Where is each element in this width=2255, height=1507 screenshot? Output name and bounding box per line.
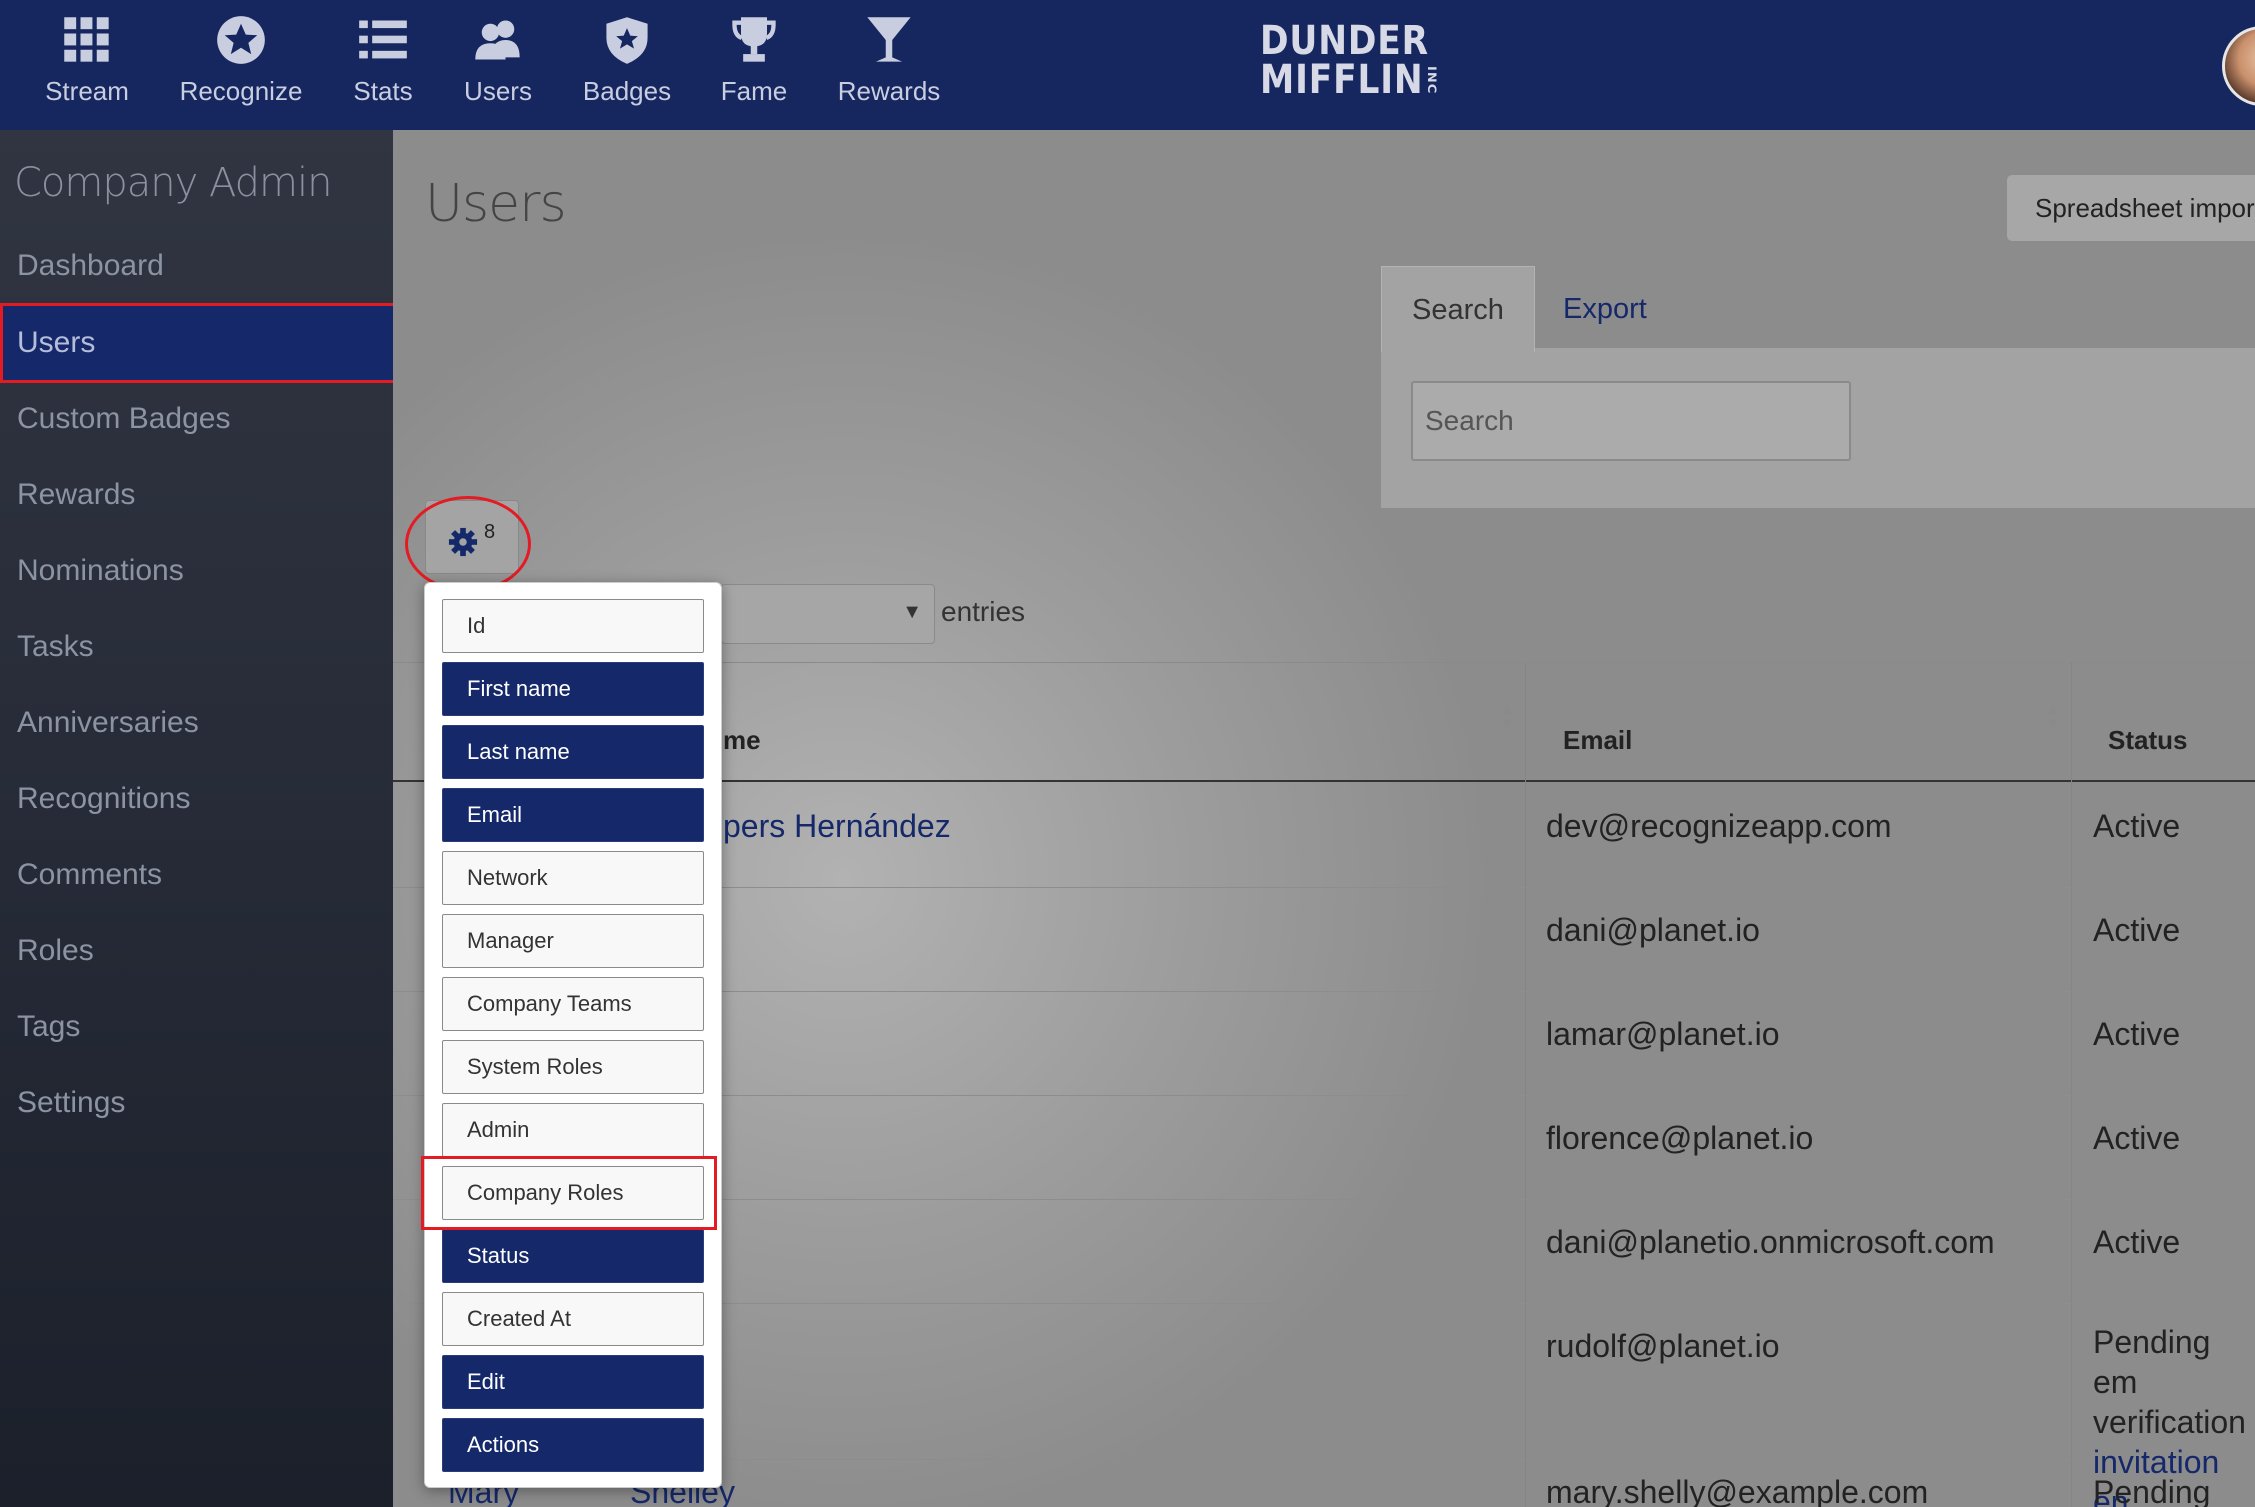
status-line: verification bbox=[2093, 1404, 2246, 1440]
column-toggle-manager[interactable]: Manager bbox=[442, 914, 704, 968]
user-status: Active bbox=[2093, 808, 2181, 844]
user-email: lamar@planet.io bbox=[1546, 1016, 1780, 1052]
nav-fame[interactable]: Fame bbox=[679, 14, 829, 107]
column-toggle-status[interactable]: Status bbox=[442, 1229, 704, 1283]
sidebar-item-dashboard[interactable]: Dashboard bbox=[0, 228, 393, 304]
user-email: dev@recognizeapp.com bbox=[1546, 808, 1892, 844]
user-status: Active bbox=[2093, 1120, 2181, 1156]
sidebar-title: Company Admin bbox=[14, 160, 332, 206]
sidebar-item-custom-badges[interactable]: Custom Badges bbox=[0, 381, 393, 457]
chevron-down-icon: ▼ bbox=[902, 601, 922, 623]
user-email: rudolf@planet.io bbox=[1546, 1328, 1780, 1364]
star-icon bbox=[166, 14, 316, 76]
entries-label: entries bbox=[941, 596, 1026, 627]
logo-line: DUNDER bbox=[1260, 18, 1429, 64]
column-toggle-network[interactable]: Network bbox=[442, 851, 704, 905]
sort-icon[interactable]: ▲ ▼ bbox=[2045, 702, 2061, 732]
nav-label: Fame bbox=[720, 76, 788, 106]
avatar[interactable] bbox=[2222, 26, 2255, 106]
trophy-icon bbox=[679, 14, 829, 76]
user-status: Active bbox=[2093, 912, 2181, 948]
column-toggle-system-roles[interactable]: System Roles bbox=[442, 1040, 704, 1094]
column-toggle-email[interactable]: Email bbox=[442, 788, 704, 842]
tab-search[interactable]: Search bbox=[1381, 266, 1535, 352]
column-toggle-first-name[interactable]: First name bbox=[442, 662, 704, 716]
user-status: Active bbox=[2093, 1224, 2181, 1260]
sort-icon[interactable]: ▲ ▼ bbox=[1499, 702, 1515, 732]
column-toggle-edit[interactable]: Edit bbox=[442, 1355, 704, 1409]
sidebar-item-settings[interactable]: Settings bbox=[0, 1065, 393, 1141]
user-email: mary.shelly@example.com bbox=[1546, 1474, 1929, 1507]
column-visibility-menu: Id First name Last name Email Network Ma… bbox=[424, 582, 722, 1488]
column-toggle-actions[interactable]: Actions bbox=[442, 1418, 704, 1472]
sidebar-item-rewards[interactable]: Rewards bbox=[0, 457, 393, 533]
status-line: Pending em bbox=[2093, 1324, 2211, 1400]
column-toggle-id[interactable]: Id bbox=[442, 599, 704, 653]
nav-recognize[interactable]: Recognize bbox=[166, 14, 316, 107]
user-status: Pending bbox=[2093, 1474, 2211, 1507]
user-email: dani@planet.io bbox=[1546, 912, 1760, 948]
grid-icon bbox=[12, 14, 162, 76]
sidebar-item-nominations[interactable]: Nominations bbox=[0, 533, 393, 609]
page-title: Users bbox=[425, 174, 567, 234]
nav-stream[interactable]: Stream bbox=[12, 14, 162, 107]
sidebar-item-recognitions[interactable]: Recognitions bbox=[0, 761, 393, 837]
user-name-link[interactable]: pers Hernández bbox=[723, 808, 951, 845]
nav-label: Users bbox=[464, 76, 532, 106]
column-header-name[interactable]: me bbox=[723, 725, 761, 756]
highlight-box-company-roles bbox=[421, 1156, 717, 1230]
users-icon bbox=[423, 14, 573, 76]
sidebar-item-tags[interactable]: Tags bbox=[0, 989, 393, 1065]
highlight-circle-gear bbox=[405, 496, 531, 592]
sidebar-item-tasks[interactable]: Tasks bbox=[0, 609, 393, 685]
cocktail-icon bbox=[814, 14, 964, 76]
sidebar-item-comments[interactable]: Comments bbox=[0, 837, 393, 913]
column-toggle-last-name[interactable]: Last name bbox=[442, 725, 704, 779]
column-header-email[interactable]: Email bbox=[1563, 725, 1632, 756]
top-nav: Stream Recognize Stats Users Badges Fame bbox=[0, 0, 2255, 130]
nav-label: Rewards bbox=[837, 76, 941, 106]
user-email: dani@planetio.onmicrosoft.com bbox=[1546, 1224, 1995, 1260]
logo-line: MIFFLIN bbox=[1260, 57, 1424, 103]
nav-label: Recognize bbox=[179, 76, 303, 106]
company-logo[interactable]: DUNDER MIFFLIN INC bbox=[1260, 18, 1438, 103]
search-input[interactable] bbox=[1411, 381, 1851, 461]
logo-suffix: INC bbox=[1424, 65, 1438, 94]
tab-export[interactable]: Export bbox=[1553, 266, 1703, 352]
column-toggle-admin[interactable]: Admin bbox=[442, 1103, 704, 1157]
sidebar-item-roles[interactable]: Roles bbox=[0, 913, 393, 989]
nav-rewards[interactable]: Rewards bbox=[814, 14, 964, 107]
page-length-select[interactable]: ▼ bbox=[721, 584, 935, 644]
nav-users[interactable]: Users bbox=[423, 14, 573, 107]
spreadsheet-import-button[interactable]: Spreadsheet import bbox=[2006, 174, 2255, 242]
highlight-box-users bbox=[0, 303, 397, 383]
column-header-status[interactable]: Status bbox=[2108, 725, 2187, 756]
nav-label: Stream bbox=[45, 76, 129, 106]
sidebar-item-anniversaries[interactable]: Anniversaries bbox=[0, 685, 393, 761]
user-email: florence@planet.io bbox=[1546, 1120, 1814, 1156]
column-toggle-created-at[interactable]: Created At bbox=[442, 1292, 704, 1346]
user-status: Active bbox=[2093, 1016, 2181, 1052]
column-toggle-company-teams[interactable]: Company Teams bbox=[442, 977, 704, 1031]
